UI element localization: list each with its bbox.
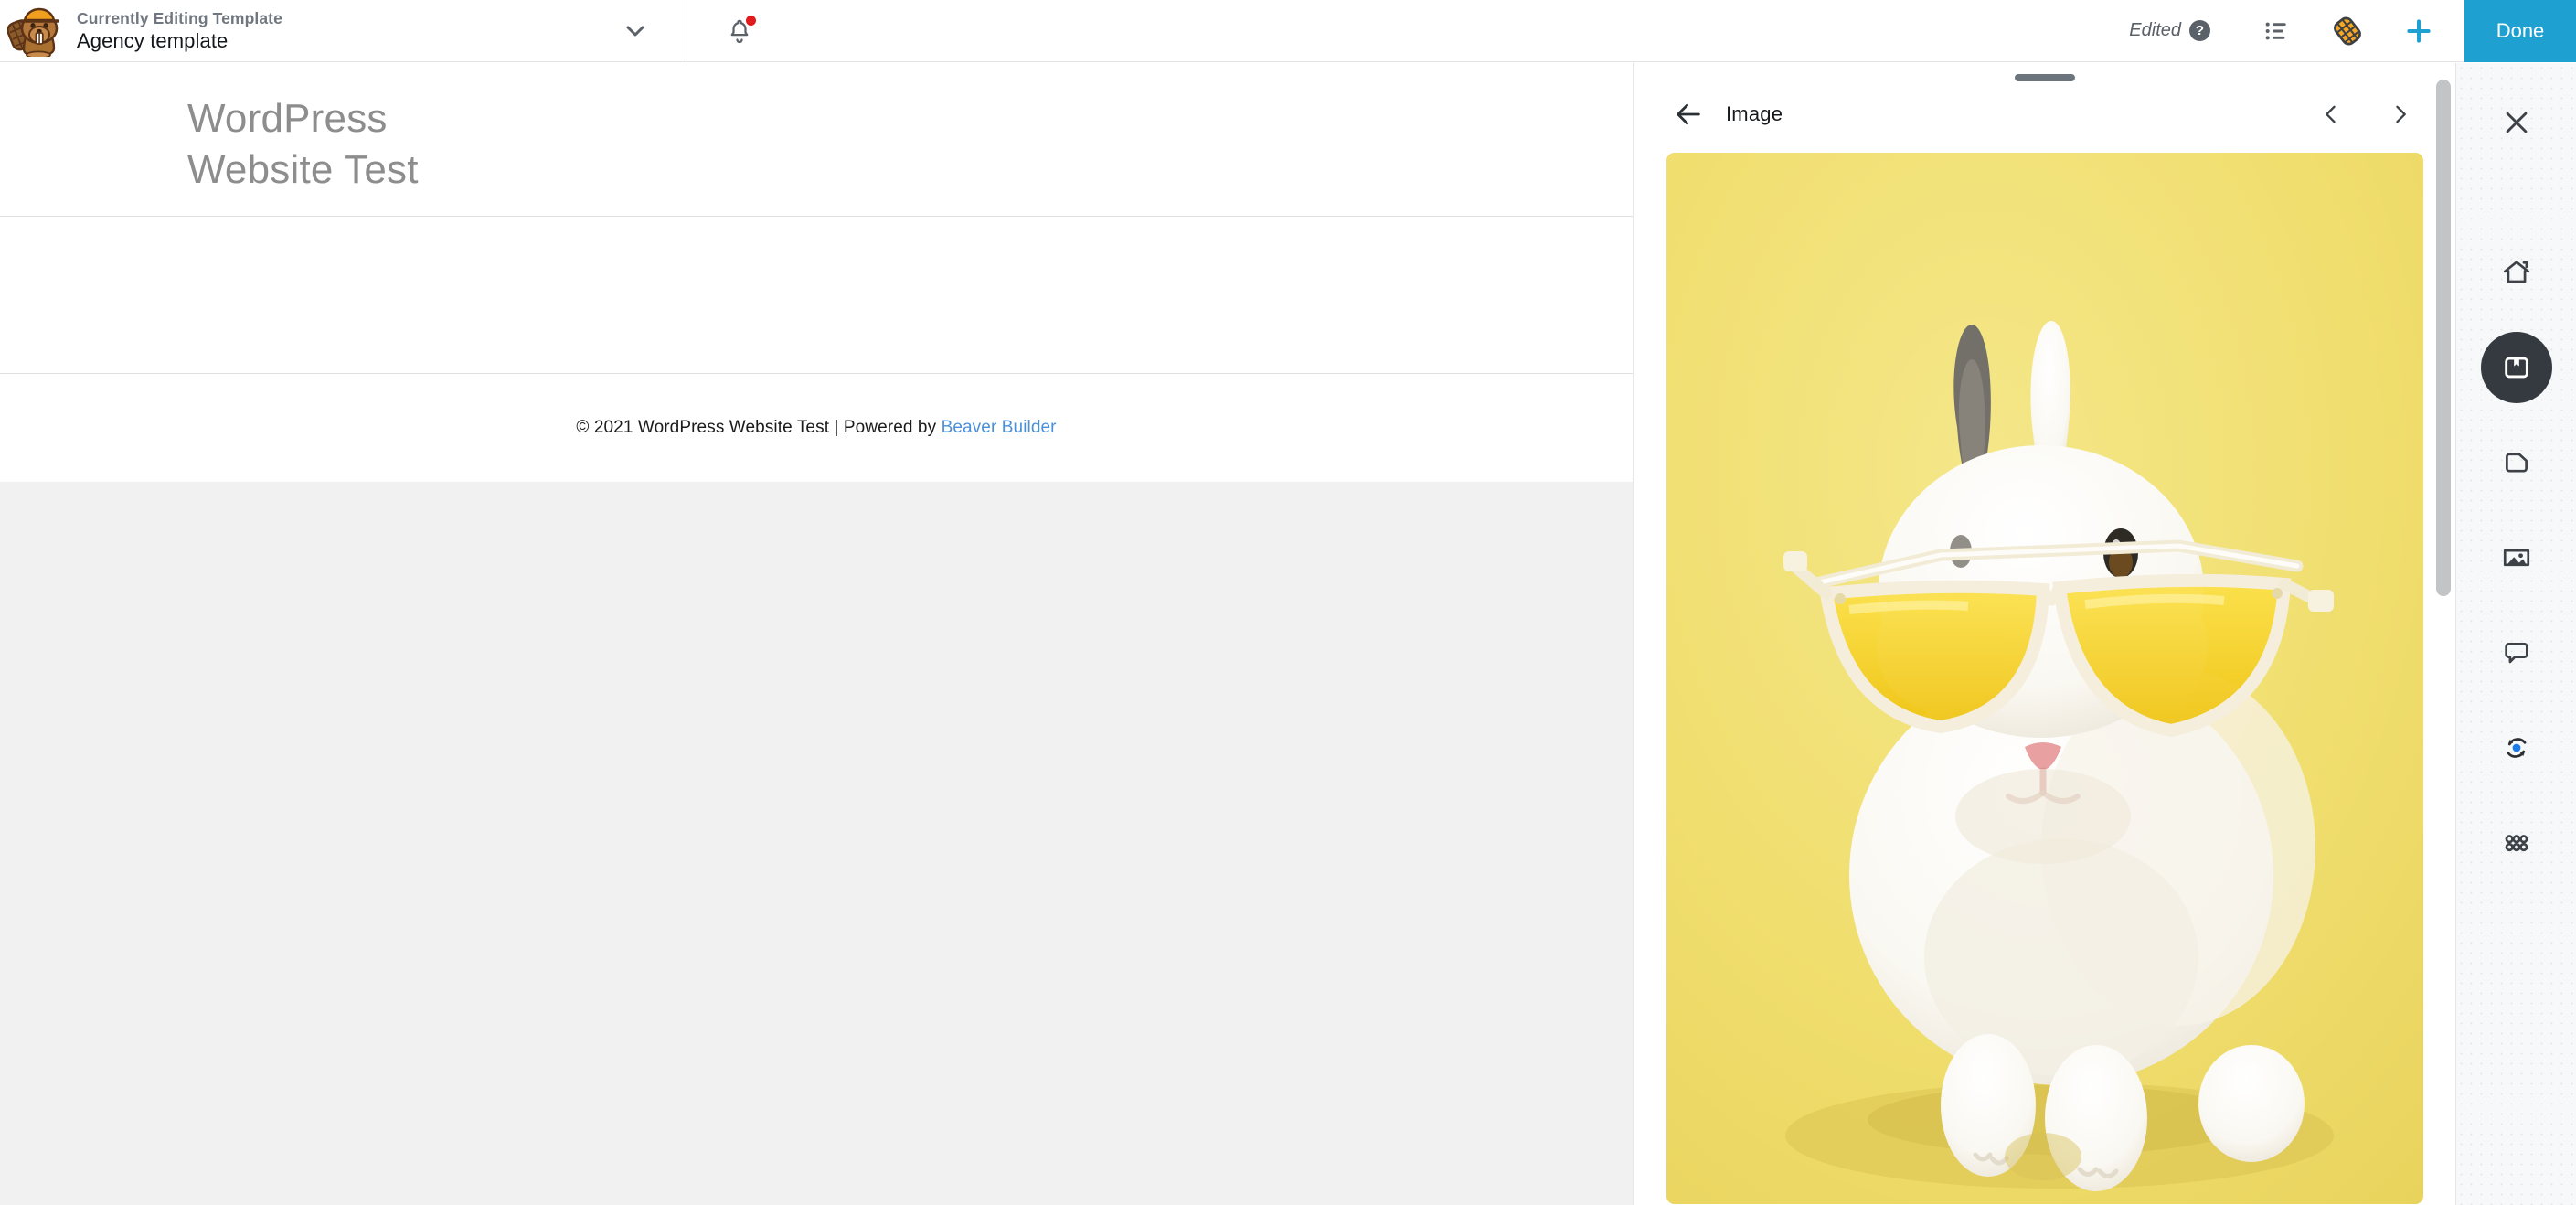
comment-bubble-icon[interactable] (2481, 617, 2552, 688)
site-page: WordPress Website Test © 2021 WordPress … (0, 62, 1633, 482)
template-selector[interactable]: Currently Editing Template Agency templa… (0, 0, 687, 62)
image-icon[interactable] (2481, 522, 2552, 593)
notification-badge-dot (746, 15, 756, 26)
edited-status: Edited ? (2129, 20, 2210, 41)
site-hero: WordPress Website Test (0, 62, 1633, 216)
site-footer: © 2021 WordPress Website Test | Powered … (0, 374, 1633, 482)
beaver-tail-tools-icon[interactable] (2322, 5, 2373, 57)
plus-icon[interactable] (2393, 5, 2444, 57)
beaver-builder-link[interactable]: Beaver Builder (942, 418, 1057, 437)
close-icon[interactable] (2481, 87, 2552, 158)
footer-copyright: © 2021 WordPress Website Test | Powered … (576, 418, 942, 437)
image-settings-panel: Image (1633, 63, 2455, 1205)
done-button[interactable]: Done (2464, 0, 2576, 62)
page-file-icon[interactable] (2481, 427, 2552, 498)
notification-bell-icon[interactable] (719, 10, 761, 52)
chevron-down-icon[interactable] (615, 11, 655, 51)
chevron-right-icon[interactable] (2379, 92, 2422, 136)
empty-row[interactable] (0, 217, 1633, 373)
scrollbar-thumb[interactable] (2436, 80, 2451, 596)
footer-text: © 2021 WordPress Website Test | Powered … (576, 418, 1056, 438)
sync-refresh-icon[interactable] (2481, 712, 2552, 784)
right-rail (2455, 63, 2576, 1205)
vertical-scrollbar[interactable] (2432, 63, 2455, 1205)
help-circle-icon[interactable]: ? (2189, 20, 2210, 41)
panel-drag-handle[interactable] (2014, 74, 2075, 81)
currently-editing-label: Currently Editing Template (77, 8, 282, 27)
top-toolbar-actions: Edited ? Done (2129, 0, 2576, 62)
beaver-builder-logo (6, 5, 64, 59)
edited-label: Edited (2129, 20, 2181, 40)
chevron-left-icon[interactable] (2309, 92, 2353, 136)
saved-library-icon[interactable] (2480, 332, 2552, 403)
template-name: Agency template (77, 28, 229, 52)
panel-pager (2309, 92, 2422, 136)
arrow-left-icon[interactable] (1666, 92, 1710, 136)
apps-grid-icon[interactable] (2481, 807, 2552, 879)
rabbit-sunglasses-photo[interactable] (1666, 153, 2423, 1204)
home-icon[interactable] (2481, 237, 2552, 308)
site-preview-canvas[interactable]: WordPress Website Test © 2021 WordPress … (0, 62, 1633, 1205)
top-toolbar: Currently Editing Template Agency templa… (0, 0, 2576, 62)
panel-title: Image (1726, 102, 1783, 125)
outline-list-icon[interactable] (2251, 5, 2302, 57)
site-title: WordPress Website Test (187, 96, 419, 192)
